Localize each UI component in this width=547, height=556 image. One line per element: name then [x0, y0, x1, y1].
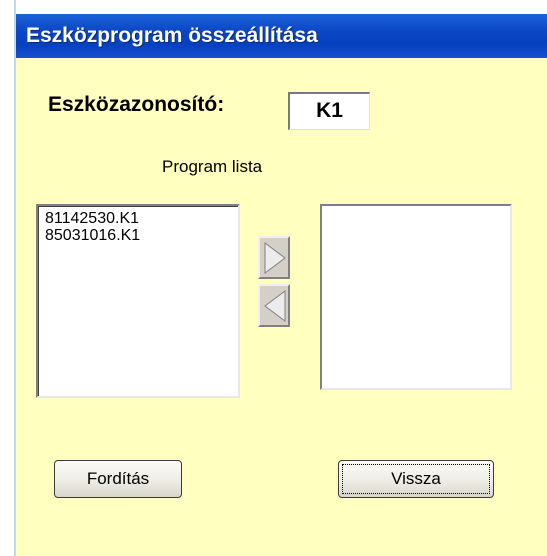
- device-id-label: Eszközazonosító:: [48, 93, 225, 116]
- remove-program-button[interactable]: [258, 284, 290, 327]
- device-id-field[interactable]: K1: [288, 92, 370, 130]
- program-list-label: Program lista: [162, 157, 263, 176]
- selected-programs-listbox[interactable]: [320, 204, 512, 390]
- dialog-window: Eszközprogram összeállítása Eszközazonos…: [14, 0, 547, 556]
- focus-rectangle: [342, 464, 490, 494]
- list-item[interactable]: 85031016.K1: [38, 227, 238, 244]
- triangle-left-icon: [264, 290, 286, 322]
- title-bar: Eszközprogram összeállítása: [16, 0, 547, 58]
- window-title: Eszközprogram összeállítása: [16, 14, 547, 58]
- back-button[interactable]: Vissza: [338, 460, 494, 498]
- program-listbox[interactable]: 81142530.K1 85031016.K1: [36, 204, 240, 398]
- compile-button[interactable]: Fordítás: [54, 460, 182, 498]
- list-item[interactable]: 81142530.K1: [38, 210, 238, 227]
- add-program-button[interactable]: [258, 236, 290, 279]
- triangle-right-icon: [264, 242, 286, 274]
